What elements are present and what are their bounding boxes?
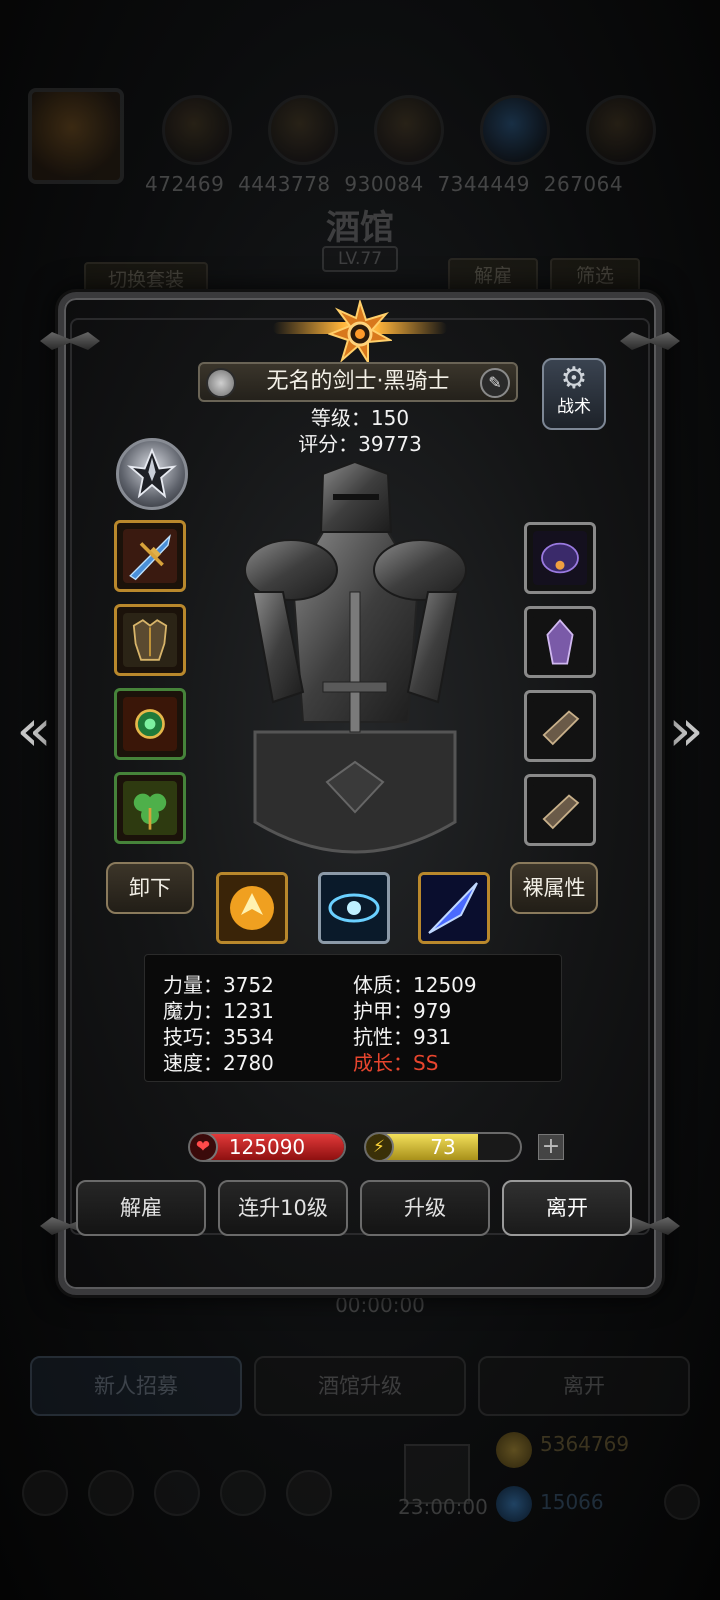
eye-icon — [321, 875, 387, 941]
weapon-slot[interactable] — [114, 520, 186, 592]
helm-slot[interactable] — [524, 522, 596, 594]
edit-name-icon[interactable]: ✎ — [480, 368, 510, 398]
leave-button[interactable]: 离开 — [502, 1180, 632, 1236]
base-attributes-button[interactable]: 裸属性 — [510, 862, 598, 914]
resource-icon — [374, 95, 444, 165]
stat-magic: 魔力：1231 — [163, 999, 274, 1023]
dismiss-tab-button[interactable]: 解雇 — [448, 258, 538, 294]
hero-portrait-icon[interactable] — [28, 88, 124, 184]
skill-slot[interactable] — [418, 872, 490, 944]
crystal-icon — [533, 615, 587, 669]
energy-bar: 73 ⚡ — [364, 1132, 522, 1162]
menu-icon[interactable] — [154, 1470, 200, 1516]
chest-timer: 23:00:00 — [398, 1495, 488, 1519]
tactics-label: 战术 — [557, 397, 591, 417]
bracer-slot[interactable] — [524, 690, 596, 762]
stat-skill: 技巧：3534 — [163, 1025, 274, 1049]
tavern-title: 酒馆 — [326, 208, 394, 248]
menu-icon[interactable] — [286, 1470, 332, 1516]
resource-counts: 472469 4443778 930084 7344449 267064 — [145, 172, 685, 196]
hero-name-plate: 无名的剑士·黑骑士 ✎ — [198, 362, 518, 402]
stat-resistance: 抗性：931 — [353, 1025, 452, 1049]
fire-fist-icon — [219, 875, 285, 941]
stats-panel: 力量：3752 魔力：1231 技巧：3534 速度：2780 体质：12509… — [144, 954, 562, 1082]
unequip-button[interactable]: 卸下 — [106, 862, 194, 914]
gear-icon: ⚙ — [560, 361, 588, 396]
resource-icon — [268, 95, 338, 165]
armor-icon — [123, 613, 177, 667]
resource-icon — [586, 95, 656, 165]
hp-bar: 125090 ❤ — [188, 1132, 346, 1162]
stat-growth: 成长：SS — [353, 1051, 439, 1075]
sword-icon — [123, 529, 177, 583]
armor-slot[interactable] — [114, 604, 186, 676]
filter-button[interactable]: 筛选 — [550, 258, 640, 294]
resource-icon — [162, 95, 232, 165]
dismiss-button[interactable]: 解雇 — [76, 1180, 206, 1236]
gem-icon — [496, 1486, 532, 1522]
settings-icon[interactable] — [664, 1484, 700, 1520]
resource-count: 4443778 — [238, 172, 331, 196]
tavern-level: LV.77 — [322, 246, 398, 272]
previous-hero-arrow-icon[interactable]: « — [10, 700, 58, 760]
gold-coin-icon — [496, 1432, 532, 1468]
stat-armor: 护甲：979 — [353, 999, 452, 1023]
gold-count: 5364769 — [540, 1432, 630, 1456]
recruit-button[interactable]: 新人招募 — [30, 1356, 242, 1416]
black-knight-figure — [244, 462, 467, 854]
bracer-icon — [533, 783, 587, 837]
shadow-helm-icon — [533, 531, 587, 585]
menu-icon[interactable] — [220, 1470, 266, 1516]
stat-strength: 力量：3752 — [163, 973, 274, 997]
class-emblem-icon[interactable] — [116, 438, 188, 510]
resource-count: 7344449 — [437, 172, 531, 196]
amulet-slot[interactable] — [114, 688, 186, 760]
ice-blade-icon — [421, 875, 487, 941]
resource-count: 930084 — [344, 172, 424, 196]
tavern-upgrade-button[interactable]: 酒馆升级 — [254, 1356, 466, 1416]
gem-slot[interactable] — [524, 606, 596, 678]
menu-icon[interactable] — [88, 1470, 134, 1516]
level-up-button[interactable]: 升级 — [360, 1180, 490, 1236]
charm-slot[interactable] — [114, 772, 186, 844]
stat-constitution: 体质：12509 — [353, 973, 477, 997]
medal-icon — [206, 368, 236, 398]
level-up-10-button[interactable]: 连升10级 — [218, 1180, 348, 1236]
resource-icon — [480, 95, 550, 165]
menu-icon[interactable] — [22, 1470, 68, 1516]
hero-detail-modal: 无名的剑士·黑骑士 ✎ 等级：150 评分：39773 ⚙ 战术 卸下 裸属性 … — [40, 292, 680, 1295]
hero-name: 无名的剑士·黑骑士 — [266, 369, 450, 394]
sun-emblem-icon — [328, 300, 392, 364]
heart-icon: ❤ — [190, 1134, 218, 1160]
resource-count: 267064 — [543, 172, 624, 196]
gem-count: 15066 — [540, 1490, 604, 1514]
tavern-leave-button[interactable]: 离开 — [478, 1356, 690, 1416]
add-energy-button[interactable]: + — [538, 1134, 564, 1160]
lightning-icon: ⚡ — [366, 1134, 394, 1160]
tactics-button[interactable]: ⚙ 战术 — [542, 358, 606, 430]
next-hero-arrow-icon[interactable]: » — [662, 700, 710, 760]
amulet-icon — [123, 697, 177, 751]
bracer-icon — [533, 699, 587, 753]
clover-icon — [123, 781, 177, 835]
bracer-slot[interactable] — [524, 774, 596, 846]
skill-slot[interactable] — [216, 872, 288, 944]
recruit-timer: 00:00:00 — [335, 1293, 425, 1317]
stat-speed: 速度：2780 — [163, 1051, 274, 1075]
resource-count: 472469 — [145, 172, 225, 196]
skill-slot[interactable] — [318, 872, 390, 944]
